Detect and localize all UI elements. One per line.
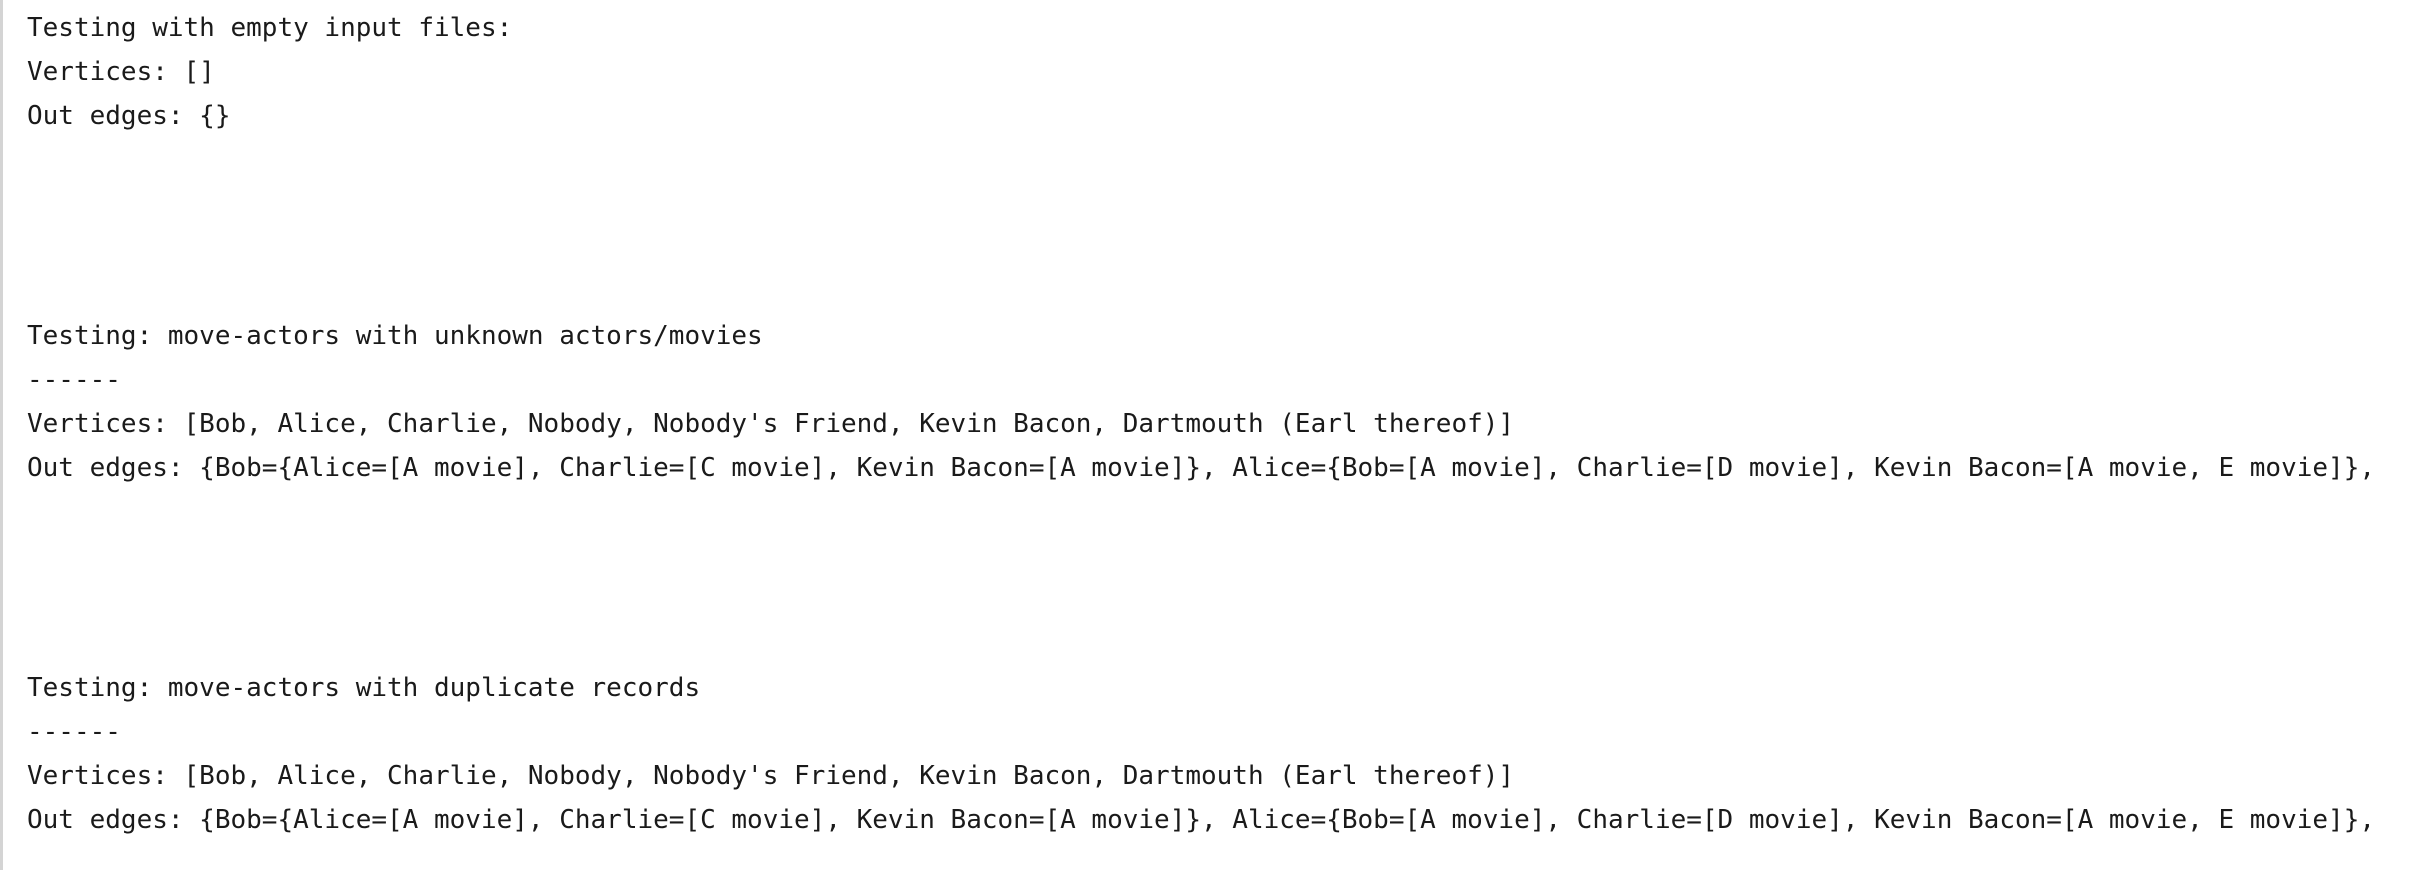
- console-output[interactable]: Testing with empty input files: Vertices…: [0, 0, 2420, 870]
- output-line-out-edges: Out edges: {Bob={Alice=[A movie], Charli…: [27, 805, 2375, 835]
- output-line-separator: ------: [27, 365, 121, 395]
- output-line-out-edges: Out edges: {}: [27, 101, 231, 131]
- output-line-empty-test-header: Testing with empty input files:: [27, 13, 513, 43]
- output-line-vertices: Vertices: [Bob, Alice, Charlie, Nobody, …: [27, 761, 1515, 791]
- output-line-unknown-test-header: Testing: move-actors with unknown actors…: [27, 321, 763, 351]
- output-line-duplicate-test-header: Testing: move-actors with duplicate reco…: [27, 673, 701, 703]
- output-line-vertices: Vertices: [Bob, Alice, Charlie, Nobody, …: [27, 409, 1515, 439]
- output-line-separator: ------: [27, 717, 121, 747]
- output-line-out-edges: Out edges: {Bob={Alice=[A movie], Charli…: [27, 453, 2375, 483]
- output-line-vertices: Vertices: []: [27, 57, 215, 87]
